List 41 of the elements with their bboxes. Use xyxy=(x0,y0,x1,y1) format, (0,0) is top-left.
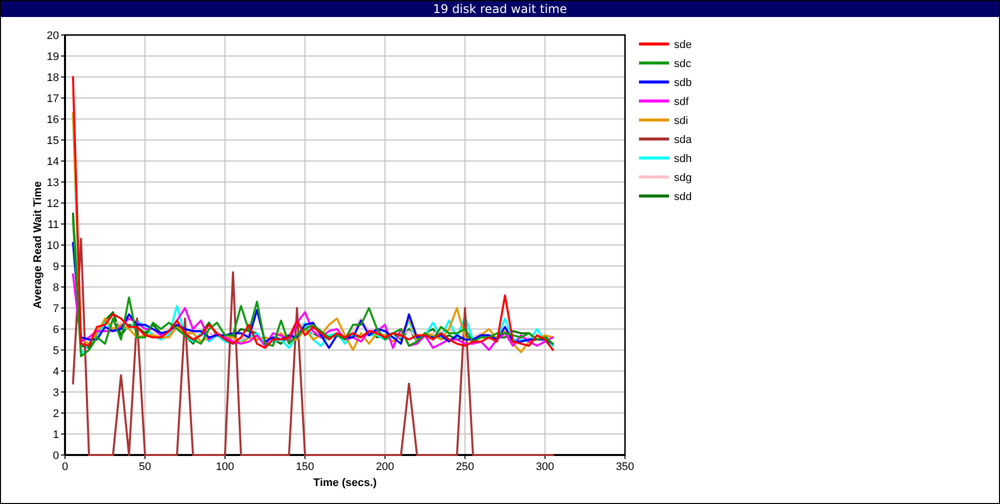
y-tick-label: 10 xyxy=(46,240,59,252)
legend-label: sda xyxy=(674,134,692,146)
x-axis-title: Time (secs.) xyxy=(313,477,377,489)
legend-label: sde xyxy=(674,39,692,51)
x-tick-label: 100 xyxy=(216,461,234,473)
y-tick-label: 4 xyxy=(52,366,59,378)
y-tick-label: 19 xyxy=(46,51,59,63)
y-tick-label: 13 xyxy=(46,177,59,189)
legend-label: sdf xyxy=(674,96,689,108)
legend-label: sdc xyxy=(674,58,692,70)
y-tick-label: 3 xyxy=(52,387,59,399)
legend-label: sdg xyxy=(674,172,692,184)
y-tick-label: 15 xyxy=(46,135,59,147)
legend-label: sdh xyxy=(674,153,692,165)
x-tick-label: 250 xyxy=(456,461,474,473)
window-title: 19 disk read wait time xyxy=(1,1,999,17)
x-tick-label: 150 xyxy=(296,461,314,473)
y-tick-label: 18 xyxy=(46,72,59,84)
y-tick-label: 7 xyxy=(52,303,59,315)
legend-label: sdb xyxy=(674,77,692,89)
y-tick-label: 8 xyxy=(52,282,59,294)
x-tick-label: 350 xyxy=(616,461,634,473)
y-tick-label: 17 xyxy=(46,93,59,105)
y-tick-label: 16 xyxy=(46,114,59,126)
y-tick-label: 20 xyxy=(46,30,59,42)
legend-label: sdi xyxy=(674,115,688,127)
y-tick-label: 6 xyxy=(52,324,59,336)
x-tick-label: 300 xyxy=(536,461,554,473)
y-axis-title: Average Read Wait Time xyxy=(32,181,44,309)
y-tick-label: 14 xyxy=(46,156,59,168)
y-tick-label: 1 xyxy=(52,429,59,441)
y-tick-label: 5 xyxy=(52,345,59,357)
x-tick-label: 200 xyxy=(376,461,394,473)
y-tick-label: 2 xyxy=(52,408,59,420)
legend-label: sdd xyxy=(674,191,692,203)
y-tick-label: 12 xyxy=(46,198,59,210)
y-tick-label: 9 xyxy=(52,261,59,273)
x-tick-label: 0 xyxy=(62,461,68,473)
y-tick-label: 11 xyxy=(48,219,59,231)
y-tick-label: 0 xyxy=(52,450,59,462)
x-tick-label: 50 xyxy=(138,461,152,473)
